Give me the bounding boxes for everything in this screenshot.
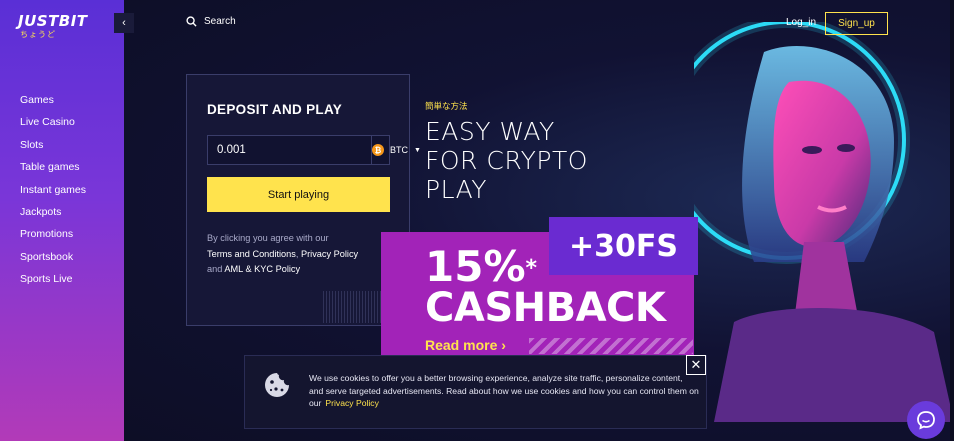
sidebar-item-instant-games[interactable]: Instant games [20,182,86,204]
terms-prefix: By clicking you agree with our [207,233,329,243]
promo-stripe-decoration [529,338,693,354]
sidebar-nav: Games Live Casino Slots Table games Inst… [20,92,86,294]
page-scrollbar[interactable] [950,0,954,441]
sidebar-collapse-button[interactable]: ‹ [114,13,134,33]
bitcoin-icon: ₿ [372,144,384,156]
caret-down-icon: ▼ [414,146,421,154]
sidebar-item-sportsbook[interactable]: Sportsbook [20,249,86,271]
cookie-message: We use cookies to offer you a better bro… [309,372,699,410]
hero-subtitle: 簡単な方法 [425,101,468,111]
privacy-policy-link[interactable]: Privacy Policy [301,249,358,259]
sidebar-item-slots[interactable]: Slots [20,137,86,159]
start-playing-button[interactable]: Start playing [207,177,390,212]
search-icon [186,16,197,27]
hero-title-line: PLAY [425,175,488,204]
cookie-privacy-link[interactable]: Privacy Policy [325,398,378,408]
terms-text: By clicking you agree with our Terms and… [207,231,397,278]
cashback-percent: 15%* [425,244,537,290]
login-link[interactable]: Log_in [786,17,816,28]
amount-input[interactable] [208,136,371,164]
sidebar-item-jackpots[interactable]: Jackpots [20,204,86,226]
live-chat-button[interactable] [907,401,945,439]
cashback-percent-value: 15% [425,242,526,291]
cashback-label: CASHBACK [425,285,666,331]
aml-kyc-link[interactable]: AML & KYC Policy [224,264,300,274]
chat-bubble-icon [917,411,935,430]
amount-field-group: ₿ BTC ▼ [207,135,421,165]
currency-select[interactable]: ₿ BTC ▼ [371,136,421,164]
signup-button[interactable]: Sign_up [825,12,888,35]
deposit-panel: DEPOSIT AND PLAY ₿ BTC ▼ Start playing B… [186,74,421,326]
brand-logo-subtitle: ちょうど [20,30,56,39]
brand-logo[interactable]: JUSTBIT [18,12,88,30]
sidebar-item-games[interactable]: Games [20,92,86,114]
chevron-left-icon: ‹ [122,17,126,29]
currency-label: BTC [390,145,408,155]
sidebar-item-table-games[interactable]: Table games [20,159,86,181]
search-button[interactable]: Search [186,16,236,27]
read-more-link[interactable]: Read more › [425,337,506,353]
sidebar-item-sports-live[interactable]: Sports Live [20,271,86,293]
hero-title: EASY WAY FOR CRYPTO PLAY [425,117,588,204]
hero-title-line: EASY WAY [425,117,555,146]
sidebar-item-promotions[interactable]: Promotions [20,226,86,248]
deposit-title: DEPOSIT AND PLAY [207,102,343,117]
close-icon: ✕ [690,357,702,372]
sidebar-item-live-casino[interactable]: Live Casino [20,114,86,136]
cookie-icon [265,373,289,397]
terms-and: and [207,264,225,274]
terms-link[interactable]: Terms and Conditions [207,249,296,259]
hero-portrait-image [694,22,954,422]
search-label: Search [204,16,236,27]
cookie-close-button[interactable]: ✕ [686,355,706,375]
sidebar: JUSTBIT ちょうど Games Live Casino Slots Tab… [0,0,124,441]
cookie-banner: We use cookies to offer you a better bro… [244,355,707,429]
hero-title-line: FOR CRYPTO [425,146,588,175]
cashback-asterisk: * [525,256,538,281]
free-spins-badge: +30FS [549,217,698,275]
